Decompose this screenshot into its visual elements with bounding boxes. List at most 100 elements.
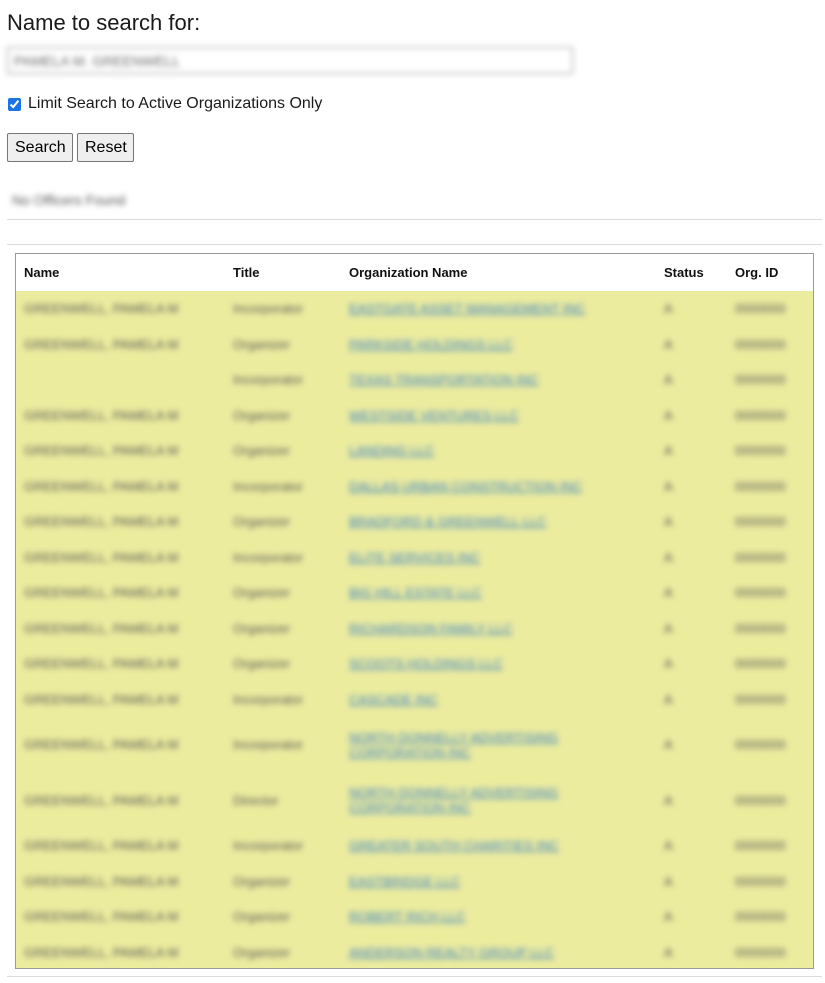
organization-link[interactable]: EASTGATE ASSET MANAGEMENT INC [349,301,585,316]
table-row: GREENWELL, PAMELA M Incorporator ELITE SER… [16,540,813,576]
cell-name-cell: GREENWELL, PAMELA M [16,575,225,611]
cell-title: Organizer [233,909,291,925]
organization-link[interactable]: TEXAS TRANSPORTATION INC [349,372,539,387]
organization-link[interactable]: GREATER SOUTH CHARITIES INC [349,838,559,853]
status-message: No Officers Found [12,192,126,208]
cell-status: A [664,944,673,960]
cell-status: A [664,737,673,753]
cell-status-cell: A [656,433,727,469]
cell-name: GREENWELL, PAMELA M [24,478,179,494]
cell-status: A [664,909,673,925]
table-row: GREENWELL, PAMELA M Organizer ROBERT RICH … [16,899,813,935]
organization-link-cell: BRADFORD & GREENWELL LLC [341,504,656,540]
organization-link[interactable]: DALLAS URBAN CONSTRUCTION INC [349,479,582,494]
table-row: Incorporator TEXAS TRANSPORTATION INC A 000… [16,362,813,398]
cell-name-cell: GREENWELL, PAMELA M [16,935,225,969]
reset-button[interactable]: Reset [77,133,134,162]
organization-link[interactable]: BIG HILL ESTATE LLC [349,585,482,600]
cell-title-cell: Incorporator [225,682,341,718]
organization-link[interactable]: BRADFORD & GREENWELL LLC [349,514,546,529]
cell-title-cell: Organizer [225,504,341,540]
cell-title-cell: Incorporator [225,469,341,505]
organization-link[interactable]: EASTBRIDGE LLC [349,874,460,889]
cell-title: Incorporator [233,838,304,854]
cell-status: A [664,514,673,530]
cell-name: GREENWELL, PAMELA M [24,737,179,753]
cell-org-id: 0000000 [735,838,786,854]
cell-name-cell [16,362,225,398]
cell-org-id-cell: 0000000 [727,899,813,935]
cell-title-cell: Organizer [225,327,341,363]
cell-name-cell: GREENWELL, PAMELA M [16,864,225,900]
organization-link[interactable]: ROBERT RICH LLC [349,909,466,924]
organization-link[interactable]: SCOOTS HOLDINGS LLC [349,656,503,671]
cell-name: GREENWELL, PAMELA M [24,443,179,459]
cell-name: GREENWELL, PAMELA M [24,514,179,530]
header-name: Name [24,265,60,280]
divider [7,244,822,245]
cell-title: Organizer [233,336,291,352]
cell-name: GREENWELL, PAMELA M [24,301,179,317]
organization-link[interactable]: LANDING LLC [349,443,434,458]
cell-status-cell: A [656,899,727,935]
cell-title: Organizer [233,944,291,960]
organization-link-cell: TEXAS TRANSPORTATION INC [341,362,656,398]
table-row: GREENWELL, PAMELA M Incorporator DALLAS UR… [16,469,813,505]
cell-org-id-cell: 0000000 [727,717,813,773]
organization-link[interactable]: CASCADE INC [349,692,438,707]
search-button[interactable]: Search [7,133,73,162]
table-row: GREENWELL, PAMELA M Organizer PARKSIDE HOL… [16,327,813,363]
cell-name-cell: GREENWELL, PAMELA M [16,327,225,363]
cell-org-id: 0000000 [735,549,786,565]
cell-name: GREENWELL, PAMELA M [24,585,179,601]
table-row: GREENWELL, PAMELA M Incorporator GREATER S… [16,828,813,864]
organization-link-cell: PARKSIDE HOLDINGS LLC [341,327,656,363]
cell-org-id-cell: 0000000 [727,362,813,398]
active-only-checkbox[interactable] [8,97,21,111]
cell-name: GREENWELL, PAMELA M [24,691,179,707]
cell-status-cell: A [656,504,727,540]
header-status: Status [664,265,704,280]
table-row: GREENWELL, PAMELA M Organizer BRADFORD & G… [16,504,813,540]
cell-title-cell: Organizer [225,935,341,969]
cell-org-id: 0000000 [735,301,786,317]
header-org-id: Org. ID [735,265,779,280]
cell-org-id-cell: 0000000 [727,575,813,611]
cell-status-cell: A [656,828,727,864]
cell-org-id-cell: 0000000 [727,433,813,469]
cell-org-id-cell: 0000000 [727,682,813,718]
cell-status: A [664,301,673,317]
cell-title: Incorporator [233,549,304,565]
cell-title: Incorporator [233,691,304,707]
cell-status-cell: A [656,935,727,969]
organization-link[interactable]: WESTSIDE VENTURES LLC [349,408,519,423]
cell-title: Organizer [233,873,291,889]
cell-org-id: 0000000 [735,407,786,423]
cell-status-cell: A [656,864,727,900]
table-row: GREENWELL, PAMELA M Incorporator NORTH DON… [16,717,813,773]
active-only-option[interactable]: Limit Search to Active Organizations Onl… [7,95,322,113]
table-row: GREENWELL, PAMELA M Director NORTH DONNELL… [16,773,813,829]
table-header-row: Name Title Organization Name Status Org.… [16,254,813,291]
cell-title-cell: Organizer [225,398,341,434]
table-row: GREENWELL, PAMELA M Organizer WESTSIDE VEN… [16,398,813,434]
organization-link-cell: NORTH DONNELLY ADVERTISING CORPORATION I… [341,717,656,773]
cell-title: Incorporator [233,478,304,494]
cell-org-id: 0000000 [735,873,786,889]
cell-name-cell: GREENWELL, PAMELA M [16,291,225,327]
organization-link-cell: ANDERSON REALTY GROUP LLC [341,935,656,969]
organization-link[interactable]: ANDERSON REALTY GROUP LLC [349,945,554,960]
cell-title: Incorporator [233,737,304,753]
organization-link[interactable]: PARKSIDE HOLDINGS LLC [349,337,513,352]
organization-link[interactable]: NORTH DONNELLY ADVERTISING CORPORATION I… [349,730,558,760]
cell-org-id: 0000000 [735,691,786,707]
cell-title: Organizer [233,443,291,459]
name-search-input[interactable] [7,47,573,74]
cell-name-cell: GREENWELL, PAMELA M [16,646,225,682]
page-title: Name to search for: [7,10,201,35]
cell-title: Incorporator [233,301,304,317]
organization-link[interactable]: ELITE SERVICES INC [349,550,480,565]
organization-link[interactable]: NORTH DONNELLY ADVERTISING CORPORATION I… [349,785,558,815]
cell-status-cell: A [656,611,727,647]
organization-link[interactable]: RICHARDSON FAMILY LLC [349,621,513,636]
